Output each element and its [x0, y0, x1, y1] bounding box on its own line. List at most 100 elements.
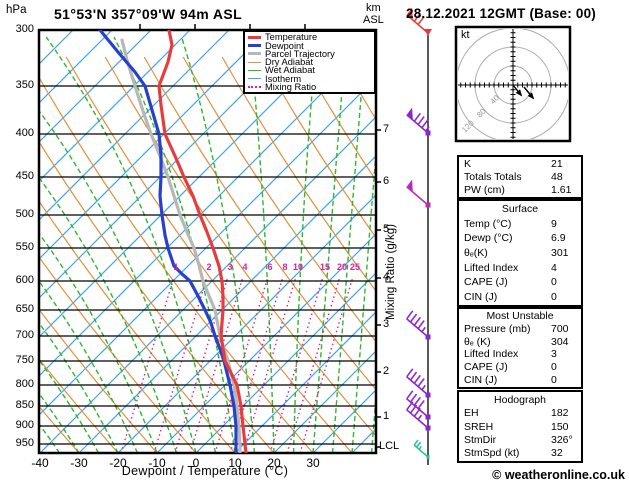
- pressure-tick-label: 500: [15, 208, 34, 220]
- stats-label: Dewp (°C): [464, 232, 513, 245]
- stats-row: PW (cm) 1.61: [459, 183, 581, 196]
- mixing-ratio-value: 3: [227, 262, 233, 272]
- stats-label: Temp (°C): [464, 217, 512, 230]
- stats-label: StmSpd (kt): [464, 447, 520, 460]
- stats-label: CIN (J): [464, 290, 498, 303]
- barb-marker: [426, 455, 430, 459]
- barb-marker: [425, 414, 431, 420]
- km-tick-label: 7: [383, 123, 390, 135]
- stats-label: θₑ (K): [464, 335, 491, 348]
- legend-swatch: [248, 78, 261, 79]
- stats-value: 4: [551, 261, 557, 274]
- barb-marker: [425, 202, 431, 208]
- barb-marker: [425, 392, 431, 398]
- stats-value: 301: [551, 247, 569, 260]
- mixing-ratio-value: 25: [349, 262, 360, 272]
- stats-value: 0: [551, 290, 557, 303]
- lcl-label: LCL: [379, 440, 400, 452]
- pressure-tick-label: 800: [15, 378, 34, 390]
- pressure-tick-label: 900: [15, 419, 34, 431]
- dry-adiabat-line: [39, 358, 119, 453]
- stats-row: Temp (°C) 9: [459, 217, 581, 232]
- stats-row: StmDir 326°: [459, 433, 581, 446]
- temp-tick-label: 10: [228, 456, 242, 470]
- wind-barb: [406, 107, 431, 136]
- dry-adiabat-line: [0, 57, 1, 453]
- wet-adiabat-line: [248, 36, 275, 453]
- legend-swatch: [248, 35, 261, 39]
- legend-swatch: [248, 61, 261, 63]
- stats-value: 700: [551, 323, 569, 335]
- stats-table-header: Most Unstable: [486, 310, 554, 323]
- stats-label: CIN (J): [464, 373, 498, 386]
- mixing-ratio-line: [286, 277, 341, 453]
- wet-adiabat-line: [351, 144, 376, 453]
- temperature-curve: [157, 30, 248, 453]
- km-tick-label: 3: [383, 318, 390, 330]
- stats-label: K: [464, 158, 472, 171]
- km-tick-label: 6: [383, 175, 390, 187]
- dewpoint-curve: [98, 30, 238, 453]
- wet-adiabat-line: [113, 36, 236, 453]
- pressure-tick-label: 600: [15, 274, 34, 286]
- stats-row: Lifted Index 3: [459, 348, 581, 361]
- pressure-tick-label: 650: [15, 303, 34, 315]
- pressure-tick-label: 750: [15, 354, 34, 366]
- stats-label: Pressure (mb): [464, 323, 531, 335]
- parcel-trajectory-curve: [120, 38, 242, 453]
- pressure-tick-label: 350: [15, 79, 34, 91]
- hodograph-unit: kt: [461, 29, 470, 41]
- km-tick-label: 5: [383, 223, 390, 235]
- stats-value: 326°: [551, 433, 573, 446]
- temp-tick-label: -40: [31, 456, 49, 470]
- pressure-tick-label: 550: [15, 241, 34, 253]
- legend-swatch: [248, 52, 261, 56]
- stats-value: 0: [551, 276, 557, 289]
- stats-row: Pressure (mb) 700: [459, 323, 581, 336]
- stats-value: 32: [551, 447, 563, 460]
- legend-swatch: [248, 85, 261, 88]
- stats-label: PW (cm): [464, 183, 505, 196]
- copyright: © weatheronline.co.uk: [492, 468, 625, 482]
- stats-row: CIN (J) 0: [459, 289, 581, 304]
- stats-value: 48: [551, 171, 563, 183]
- stats-value: 9: [551, 217, 557, 230]
- km-axis-unit: km: [366, 2, 381, 14]
- stats-label: SREH: [464, 420, 494, 433]
- legend-swatch: [248, 69, 261, 71]
- stats-value: 3: [551, 348, 557, 361]
- stats-label: StmDir: [464, 433, 497, 446]
- barb-marker: [425, 425, 431, 431]
- stats-row: θₑ(K) 301: [459, 246, 581, 261]
- stats-value: 0: [551, 361, 557, 374]
- wind-barb: [413, 439, 430, 459]
- stats-table: K 21 Totals Totals 48 PW (cm) 1.61: [457, 155, 583, 199]
- temp-tick-label: 20: [267, 456, 281, 470]
- legend-item: Mixing Ratio: [248, 82, 374, 91]
- stats-label: Lifted Index: [464, 348, 519, 361]
- km-tick-label: 1: [383, 410, 390, 422]
- wind-barb: [406, 179, 431, 208]
- barb-marker: [425, 130, 431, 136]
- stats-label: CAPE (J): [464, 276, 508, 289]
- mixing-ratio-value: 4: [242, 262, 248, 272]
- stats-table: Most Unstable Pressure (mb) 700 θₑ (K) 304 Li…: [457, 307, 583, 389]
- stats-value: 182: [551, 407, 569, 420]
- barb-marker: [424, 29, 432, 36]
- temp-tick-label: -30: [70, 456, 88, 470]
- stats-row: θₑ (K) 304: [459, 335, 581, 348]
- wet-adiabat-line: [411, 37, 444, 453]
- stats-row: K 21: [459, 158, 581, 171]
- stats-value: 1.61: [551, 183, 572, 196]
- km-tick-label: 4: [383, 271, 390, 283]
- mixing-ratio-value: 1: [173, 262, 179, 272]
- dry-adiabat-line: [39, 308, 158, 453]
- temp-tick-label: 30: [306, 456, 320, 470]
- mixing-ratio-value: 10: [292, 262, 303, 272]
- stats-label: Lifted Index: [464, 261, 519, 274]
- pressure-tick-label: 400: [15, 127, 34, 139]
- stats-row: StmSpd (kt) 32: [459, 447, 581, 460]
- temp-tick-label: 0: [192, 456, 200, 470]
- pressure-tick-label: 700: [15, 329, 34, 341]
- legend: Temperature Dewpoint Parcel Trajectory Dry …: [243, 30, 376, 94]
